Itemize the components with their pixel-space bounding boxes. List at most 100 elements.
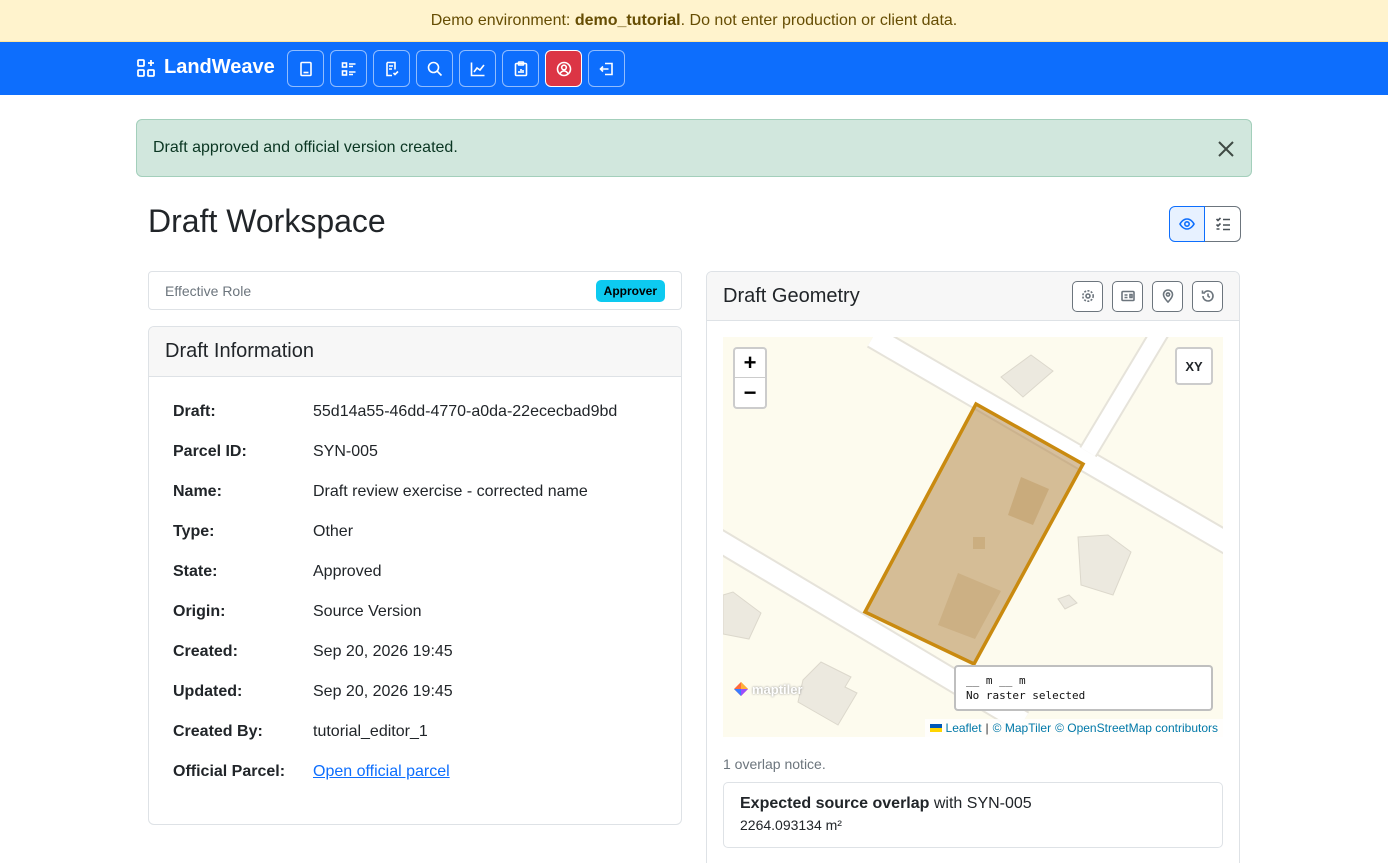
draft-geometry-header: Draft Geometry	[707, 272, 1239, 321]
zoom-control: + −	[733, 347, 767, 409]
alert-message: Draft approved and official version crea…	[153, 139, 458, 156]
attribution-separator: |	[985, 721, 989, 735]
leaflet-link[interactable]: Leaflet	[946, 721, 982, 735]
map-location-button[interactable]	[1152, 280, 1183, 312]
open-official-parcel-link[interactable]: Open official parcel	[313, 763, 450, 780]
success-alert: Draft approved and official version crea…	[136, 119, 1252, 177]
nav-list-button[interactable]	[330, 50, 367, 87]
nav-button-group	[287, 50, 625, 87]
logout-icon	[598, 62, 613, 75]
nav-review-button[interactable]	[373, 50, 410, 87]
info-row-origin: Origin: Source Version	[173, 603, 657, 643]
info-value: Other	[313, 523, 354, 540]
maptiler-logo[interactable]: maptiler	[733, 681, 803, 697]
top-navbar: LandWeave	[0, 42, 1388, 95]
raster-status: No raster selected	[966, 689, 1086, 702]
info-key: Parcel ID:	[173, 443, 247, 460]
draft-geometry-card: Draft Geometry + − XY __ m __ m No raste…	[706, 271, 1240, 863]
info-value: 55d14a55-46dd-4770-a0da-22ececbad9bd	[313, 403, 618, 420]
info-key: Draft:	[173, 403, 216, 420]
nav-reports-button[interactable]	[459, 50, 496, 87]
file-check-icon	[385, 61, 399, 76]
nav-search-button[interactable]	[416, 50, 453, 87]
user-circle-icon	[556, 61, 571, 76]
alert-close-button[interactable]	[1215, 138, 1237, 160]
draft-geometry-title: Draft Geometry	[723, 284, 860, 307]
coordinate-readout: __ m __ m No raster selected	[954, 665, 1213, 711]
ukraine-flag-icon	[929, 724, 942, 732]
brand-link[interactable]: LandWeave	[137, 56, 275, 79]
list-details-icon	[341, 61, 355, 76]
info-key: Type:	[173, 523, 215, 540]
preview-view-button[interactable]	[1169, 206, 1205, 242]
info-row-created: Created: Sep 20, 2026 19:45	[173, 643, 657, 683]
geometry-toolbar	[1072, 280, 1223, 312]
info-value: Sep 20, 2026 19:45	[313, 683, 453, 700]
info-value: Source Version	[313, 603, 422, 620]
info-value: Sep 20, 2026 19:45	[313, 643, 453, 660]
info-value: Draft review exercise - corrected name	[313, 483, 588, 500]
geometry-map[interactable]: + − XY __ m __ m No raster selected mapt…	[723, 337, 1223, 737]
effective-role-label: Effective Role	[165, 282, 252, 299]
info-key: Origin:	[173, 603, 226, 620]
history-icon	[1201, 290, 1214, 302]
chart-icon	[470, 62, 485, 76]
coordinate-line: __ m __ m	[966, 674, 1026, 687]
banner-env-name: demo_tutorial	[574, 11, 681, 29]
info-value: Approved	[313, 563, 382, 580]
gear-icon	[1081, 290, 1094, 302]
draft-information-header: Draft Information	[149, 327, 681, 377]
zoom-in-button[interactable]: +	[735, 349, 765, 378]
info-row-created-by: Created By: tutorial_editor_1	[173, 723, 657, 763]
info-key: State:	[173, 563, 218, 580]
map-history-button[interactable]	[1192, 280, 1223, 312]
overlap-title-rest: with SYN-005	[929, 795, 1032, 812]
xy-coordinate-button[interactable]: XY	[1175, 347, 1213, 385]
map-details-button[interactable]	[1112, 280, 1143, 312]
maptiler-link[interactable]: © MapTiler	[993, 721, 1051, 735]
banner-prefix: Demo environment:	[430, 11, 571, 29]
info-row-state: State: Approved	[173, 563, 657, 603]
info-key: Official Parcel:	[173, 763, 286, 780]
checklist-icon	[1215, 217, 1230, 231]
book-icon	[299, 61, 312, 76]
nav-account-button[interactable]	[545, 50, 582, 87]
overlap-notice-item: Expected source overlap with SYN-005 226…	[723, 782, 1223, 848]
info-row-official-parcel: Official Parcel: Open official parcel	[173, 763, 657, 803]
draft-information-body: Draft: 55d14a55-46dd-4770-a0da-22ececbad…	[149, 377, 681, 803]
overlap-area: 2264.093134 m²	[740, 817, 842, 833]
zoom-out-button[interactable]: −	[735, 378, 765, 407]
info-key: Created:	[173, 643, 238, 660]
overlap-title: Expected source overlap with SYN-005	[740, 795, 1206, 813]
view-toggle-group	[1169, 206, 1241, 242]
info-row-parcel-id: Parcel ID: SYN-005	[173, 443, 657, 483]
info-key: Updated:	[173, 683, 243, 700]
role-badge: Approver	[595, 279, 665, 302]
page-title: Draft Workspace	[148, 203, 386, 239]
draft-information-card: Draft Information Draft: 55d14a55-46dd-4…	[148, 326, 682, 825]
info-row-updated: Updated: Sep 20, 2026 19:45	[173, 683, 657, 723]
info-row-type: Type: Other	[173, 523, 657, 563]
info-row-draft: Draft: 55d14a55-46dd-4770-a0da-22ececbad…	[173, 403, 657, 443]
demo-environment-banner: Demo environment: demo_tutorial. Do not …	[0, 0, 1388, 42]
nav-logout-button[interactable]	[588, 50, 625, 87]
overlap-notice-count: 1 overlap notice.	[723, 756, 826, 772]
info-key: Name:	[173, 483, 222, 500]
maptiler-logo-icon	[734, 682, 748, 696]
effective-role-box: Effective Role Approver	[148, 271, 682, 310]
checklist-view-button[interactable]	[1205, 206, 1241, 242]
map-attribution: Leaflet | © MapTiler © OpenStreetMap con…	[924, 719, 1223, 737]
nav-tasks-button[interactable]	[502, 50, 539, 87]
close-icon	[1218, 141, 1234, 157]
nav-docs-button[interactable]	[287, 50, 324, 87]
brand-name: LandWeave	[164, 56, 275, 78]
maptiler-logo-text: maptiler	[752, 681, 803, 697]
banner-suffix: . Do not enter production or client data…	[680, 11, 958, 29]
map-pin-icon	[1162, 289, 1173, 303]
info-value: tutorial_editor_1	[313, 723, 428, 740]
overlap-title-bold: Expected source overlap	[740, 795, 930, 812]
osm-link[interactable]: © OpenStreetMap contributors	[1055, 721, 1218, 735]
info-row-name: Name: Draft review exercise - corrected …	[173, 483, 657, 523]
map-settings-button[interactable]	[1072, 280, 1103, 312]
clipboard-icon	[514, 60, 527, 76]
